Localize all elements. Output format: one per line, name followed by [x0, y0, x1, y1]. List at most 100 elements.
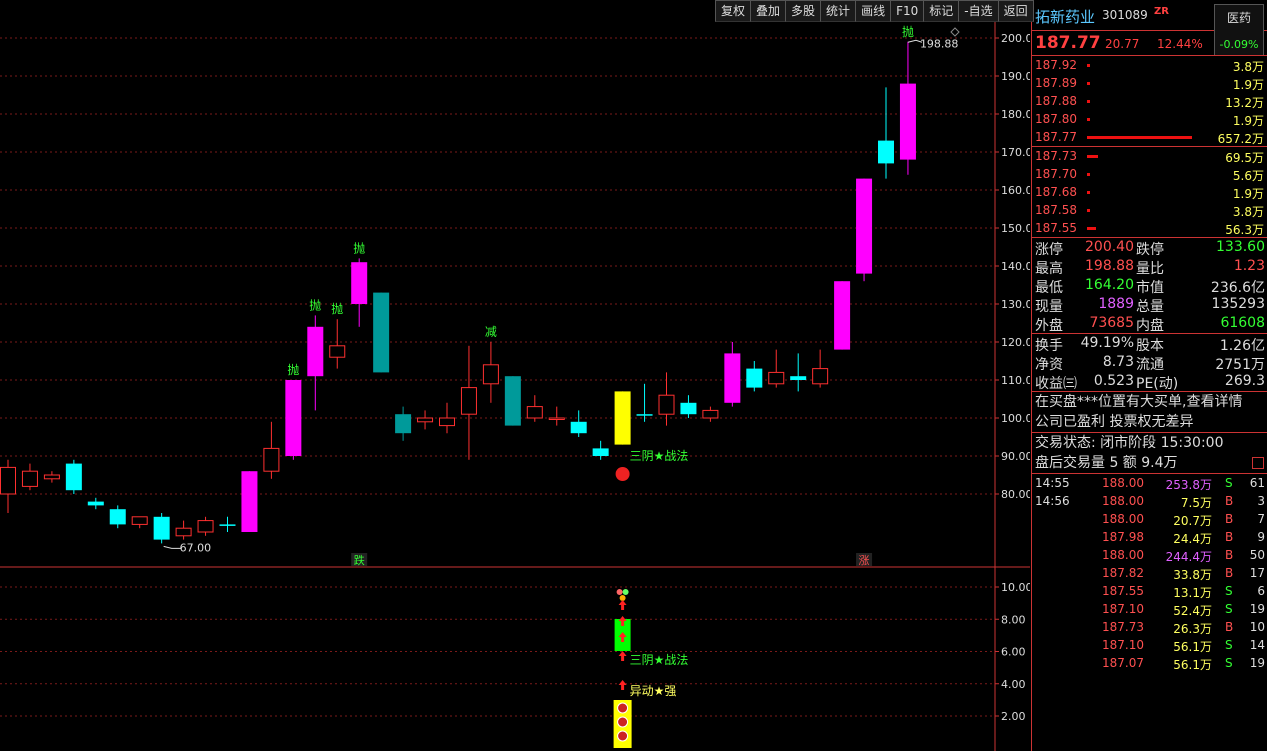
high-label: 198.88: [920, 37, 959, 50]
order-book-row: 187.58 3.8万: [1032, 201, 1267, 219]
candle-body: [834, 281, 851, 350]
toolbar-button-4[interactable]: 画线: [855, 0, 892, 22]
signal-label: 抛: [287, 362, 299, 377]
y-tick-label: 160.0: [1001, 184, 1030, 197]
y-tick-label: 140.0: [1001, 260, 1030, 273]
stock-name[interactable]: 拓新药业: [1035, 6, 1095, 27]
tick-row: 14:55 188.00 253.8万 S 61: [1032, 474, 1267, 492]
tick-volume: 56.1万: [1173, 640, 1212, 654]
toolbar-button-5[interactable]: F10: [890, 0, 925, 22]
y-tick-label: 90.00: [1001, 450, 1030, 463]
stat-value: 8.73: [1102, 354, 1134, 370]
order-volume-bar: [1087, 155, 1098, 158]
candle-body: [636, 414, 653, 416]
notice-big-order[interactable]: 在买盘***位置有大买单,查看详情: [1032, 392, 1267, 412]
order-book-row: 187.70 5.6万: [1032, 165, 1267, 183]
zr-tag: ZR: [1154, 6, 1169, 17]
candle-body: [724, 353, 741, 403]
tick-count: 9: [1257, 530, 1265, 544]
stat-value: 49.19%: [1080, 335, 1134, 351]
sanyin-badge-icon: [615, 467, 630, 481]
order-volume-bar: [1087, 64, 1090, 67]
diamond-icon: [950, 27, 960, 37]
order-volume-bar: [1087, 82, 1090, 85]
candle-body: [43, 474, 60, 480]
tick-volume: 24.4万: [1173, 532, 1212, 546]
order-volume: 657.2万: [1217, 132, 1264, 146]
candle-body: [109, 509, 126, 525]
stat-label: 股本: [1136, 338, 1164, 354]
stat-value: 133.60: [1216, 239, 1265, 255]
stat-label: 跌停: [1136, 242, 1164, 258]
order-volume-bar: [1087, 100, 1090, 103]
toolbar-button-6[interactable]: 标记: [923, 0, 960, 22]
tick-volume: 52.4万: [1173, 604, 1212, 618]
tick-volume: 33.8万: [1173, 568, 1212, 582]
tick-time: 14:56: [1035, 494, 1070, 508]
stat-value: 1.23: [1233, 258, 1265, 274]
stat-value: 2751万: [1215, 357, 1265, 373]
stat-label: 内盘: [1136, 318, 1164, 334]
tick-side: B: [1225, 620, 1234, 634]
stat-label: 最高: [1035, 261, 1063, 277]
candle-body: [460, 387, 477, 415]
toolbar-button-3[interactable]: 统计: [820, 0, 857, 22]
tick-price: 187.98: [1102, 530, 1144, 544]
order-price: 187.88: [1035, 94, 1077, 108]
price-change-pct: 12.44%: [1157, 37, 1203, 51]
stat-label: 收益㈢: [1035, 376, 1077, 392]
sanyin-label: 三阴★战法: [630, 449, 689, 463]
stat-row: 收益㈢ 0.523 PE(动) 269.3: [1032, 372, 1267, 392]
tick-side: B: [1225, 548, 1234, 562]
last-price: 187.77: [1035, 33, 1101, 53]
tick-volume: 244.4万: [1165, 550, 1212, 564]
order-volume: 1.9万: [1232, 187, 1264, 201]
stat-row: 外盘 73685 内盘 61608: [1032, 314, 1267, 334]
candle-body: [878, 140, 894, 164]
tick-count: 10: [1249, 620, 1265, 634]
y-tick-label: 110.0: [1001, 374, 1030, 387]
tick-price: 187.82: [1102, 566, 1144, 580]
chart-icon[interactable]: [1252, 457, 1264, 469]
tick-count: 7: [1257, 512, 1265, 526]
candle-body: [307, 326, 324, 377]
toolbar-button-1[interactable]: 叠加: [750, 0, 787, 22]
toolbar-button-2[interactable]: 多股: [785, 0, 822, 22]
tick-side: B: [1225, 512, 1234, 526]
candle-body: [153, 516, 170, 540]
stat-label: 总量: [1136, 299, 1164, 315]
stat-row: 最低 164.20 市值 236.6亿: [1032, 276, 1267, 296]
tick-price: 187.55: [1102, 584, 1144, 598]
signal-label: 抛: [353, 240, 365, 255]
tick-volume: 56.1万: [1173, 658, 1212, 672]
toolbar-button-8[interactable]: 返回: [997, 0, 1034, 22]
y-tick-label: 130.0: [1001, 298, 1030, 311]
yidong-label: 异动★强: [630, 684, 677, 698]
price-line: 187.77 20.77 12.44%: [1032, 31, 1267, 56]
y-tick-label: 150.0: [1001, 222, 1030, 235]
candle-body: [197, 520, 214, 533]
order-book-row: 187.68 1.9万: [1032, 183, 1267, 201]
zhang-tag: 涨: [859, 554, 870, 567]
tick-count: 14: [1249, 638, 1265, 652]
toolbar-button-7[interactable]: -自选: [958, 0, 999, 22]
tick-row: 187.98 24.4万 B 9: [1032, 528, 1267, 546]
kline-chart[interactable]: 200.0 190.0 180.0 170.0 160.0 150.0 140.0 130.0…: [0, 0, 1030, 751]
candle-body: [856, 178, 873, 274]
tick-price: 188.00: [1102, 476, 1144, 490]
after-hours: 盘后交易量 5 额 9.4万: [1032, 453, 1267, 473]
stat-value: 1889: [1098, 296, 1134, 312]
y-tick-label: 120.0: [1001, 336, 1030, 349]
up-arrow-icon: [618, 600, 627, 610]
order-volume: 1.9万: [1232, 78, 1264, 92]
stat-row: 现量 1889 总量 135293: [1032, 295, 1267, 315]
tick-side: S: [1225, 638, 1233, 652]
order-volume: 1.9万: [1232, 114, 1264, 128]
toolbar-button-0[interactable]: 复权: [715, 0, 752, 22]
candle-body: [702, 409, 719, 419]
candle-body: [526, 406, 543, 419]
candle-body: [658, 394, 675, 415]
coin-icon: [617, 730, 629, 742]
notice-profit: 公司已盈利 投票权无差异: [1035, 414, 1194, 430]
after-hours-text: 盘后交易量 5 额 9.4万: [1035, 455, 1178, 471]
